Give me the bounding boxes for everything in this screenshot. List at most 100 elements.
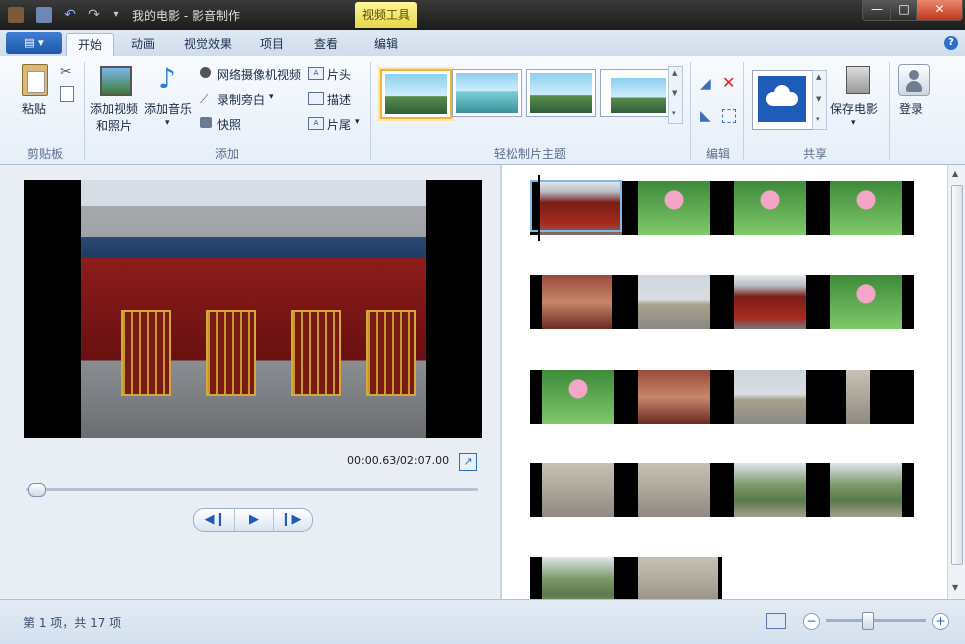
clip-thumbnail[interactable] [542,370,614,424]
theme-thumbnail[interactable] [526,69,596,117]
tab-view[interactable]: 查看 [306,33,346,56]
clip-thumbnail[interactable] [846,370,870,424]
file-menu-button[interactable]: ▤ ▾ [6,32,62,54]
save-movie-icon[interactable] [846,66,870,94]
rotate-left-icon[interactable]: ◢ [700,76,711,92]
snapshot-button[interactable]: 快照 [217,116,241,133]
add-video-label-2[interactable]: 和照片 [96,117,132,134]
clip-thumbnail[interactable] [830,181,902,235]
next-frame-button[interactable]: ❙▶ [272,509,310,531]
play-button[interactable]: ▶ [234,509,274,531]
clip-thumbnail[interactable] [734,181,806,235]
minimize-button[interactable]: — [862,0,892,21]
tab-animations[interactable]: 动画 [120,33,166,56]
delete-icon[interactable]: ✕ [722,73,735,92]
clip-thumbnail[interactable] [734,370,806,424]
save-quick-icon[interactable] [36,7,52,23]
music-note-icon[interactable]: ♪ [158,62,176,95]
theme-thumbnail[interactable] [380,69,452,119]
clip-thumbnail[interactable] [638,275,710,329]
playhead[interactable] [538,175,540,241]
storyboard-scrollbar[interactable]: ▲ ▼ [947,165,965,599]
theme-gallery-scroll[interactable]: ▲ ▼ ▾ [668,66,683,124]
share-gallery[interactable] [752,70,814,130]
storyboard-clip-strip[interactable] [530,275,914,329]
clip-thumbnail[interactable] [638,557,718,599]
storyboard [501,165,948,599]
add-music-dropdown-icon[interactable]: ▾ [165,118,170,128]
group-share-label: 共享 [802,147,827,161]
save-movie-button[interactable]: 保存电影 [830,100,878,117]
redo-icon[interactable]: ↷ [86,7,102,23]
clip-thumbnail[interactable] [830,463,902,517]
seek-bar[interactable] [26,488,478,491]
rotate-right-icon[interactable]: ◣ [700,108,711,124]
theme-thumbnail[interactable] [600,69,670,117]
title-button[interactable]: 片头 [327,66,351,83]
zoom-slider-thumb[interactable] [862,612,874,630]
clip-thumbnail[interactable] [638,463,710,517]
tab-home[interactable]: 开始 [66,33,114,57]
storyboard-clip-strip[interactable] [530,557,722,599]
previous-frame-button[interactable]: ◀❙ [196,509,234,531]
paste-icon[interactable] [22,64,48,96]
record-narration-button[interactable]: 录制旁白 [217,91,265,108]
tab-visual-effects[interactable]: 视觉效果 [176,33,240,56]
scrollbar-thumb[interactable] [951,185,963,565]
clip-thumbnail[interactable] [734,275,806,329]
narration-dropdown-icon[interactable]: ▾ [269,92,274,102]
cut-icon[interactable]: ✂ [60,64,72,80]
clip-thumbnail[interactable] [734,463,806,517]
clip-thumbnail[interactable] [830,275,902,329]
tab-project[interactable]: 项目 [252,33,292,56]
maximize-button[interactable]: □ [890,0,918,21]
credits-button[interactable]: 片尾 [327,116,351,133]
signin-user-icon[interactable] [898,64,930,96]
scroll-down-icon[interactable]: ▼ [952,583,958,592]
snapshot-icon[interactable] [200,117,212,128]
add-video-label[interactable]: 添加视频 [90,100,138,117]
expand-preview-icon[interactable]: ↗ [459,453,477,471]
window-title: 我的电影 - 影音制作 [132,9,240,23]
clip-thumbnail[interactable] [542,463,614,517]
copy-icon[interactable] [60,86,74,102]
video-preview[interactable] [24,180,482,438]
caption-button[interactable]: 描述 [327,91,351,108]
clip-thumbnail[interactable] [542,557,614,599]
credits-dropdown-icon[interactable]: ▾ [355,117,360,127]
seek-thumb[interactable] [28,483,47,497]
webcam-video-button[interactable]: 网络摄像机视频 [217,66,301,83]
zoom-in-button[interactable]: + [932,613,949,630]
customize-toolbar-icon[interactable]: ▾ [108,7,124,23]
aspect-ratio-icon[interactable] [766,613,786,629]
clip-thumbnail[interactable] [638,370,710,424]
select-all-icon[interactable] [722,109,736,123]
clip-thumbnail[interactable] [638,181,710,235]
title-icon[interactable]: A [308,67,324,80]
help-icon[interactable]: ? [944,36,958,50]
add-music-button[interactable]: 添加音乐 [144,100,192,117]
skydrive-cloud-icon[interactable] [758,76,806,122]
clip-thumbnail[interactable] [542,275,612,329]
zoom-slider[interactable] [826,619,926,622]
save-movie-dropdown-icon[interactable]: ▾ [851,118,856,128]
undo-icon[interactable]: ↶ [62,7,78,23]
zoom-out-button[interactable]: − [803,613,820,630]
signin-button[interactable]: 登录 [899,100,923,117]
storyboard-clip-strip[interactable] [530,463,914,517]
caption-icon[interactable] [308,92,324,105]
scroll-up-icon[interactable]: ▲ [952,169,958,178]
share-gallery-scroll[interactable]: ▲ ▼ ▾ [812,70,827,130]
preview-photo [81,180,426,438]
group-edit-label: 编辑 [705,147,730,161]
theme-thumbnail[interactable] [452,69,522,117]
status-bar: 第 1 项，共 17 项 − + [0,599,965,644]
storyboard-clip-strip[interactable] [530,370,914,424]
tab-edit[interactable]: 编辑 [363,33,409,56]
close-button[interactable]: ✕ [916,0,963,21]
add-video-photos-icon[interactable] [100,66,132,96]
microphone-icon[interactable]: ⟋ [200,92,208,107]
credits-icon[interactable]: A [308,117,324,130]
paste-button[interactable]: 粘贴 [22,100,46,117]
webcam-icon[interactable] [200,67,211,78]
